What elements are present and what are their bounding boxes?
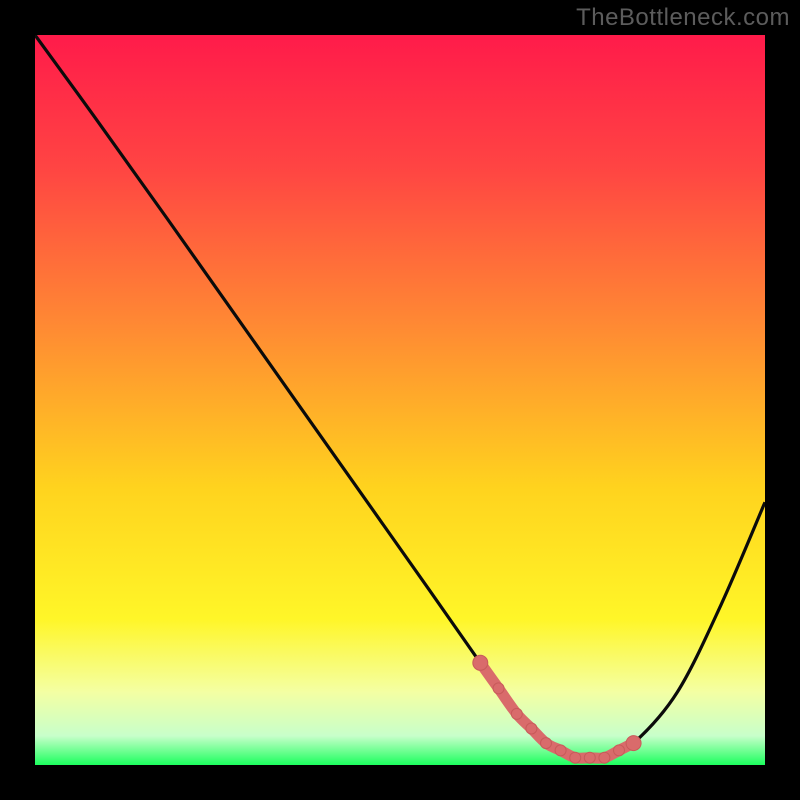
range-marker [511,708,522,719]
watermark-text: TheBottleneck.com [576,4,790,32]
range-marker [584,752,595,763]
range-marker [541,738,552,749]
range-marker [626,736,641,751]
curve-layer [35,35,765,765]
bottleneck-curve [35,35,765,760]
range-marker [473,655,488,670]
range-marker [493,683,504,694]
range-marker [599,752,610,763]
optimal-range-markers [473,655,641,763]
range-marker [526,723,537,734]
optimal-range-stroke [480,663,633,758]
range-marker [570,752,581,763]
range-marker [614,745,625,756]
plot-area [35,35,765,765]
range-marker [555,745,566,756]
chart-frame: TheBottleneck.com [0,0,800,800]
